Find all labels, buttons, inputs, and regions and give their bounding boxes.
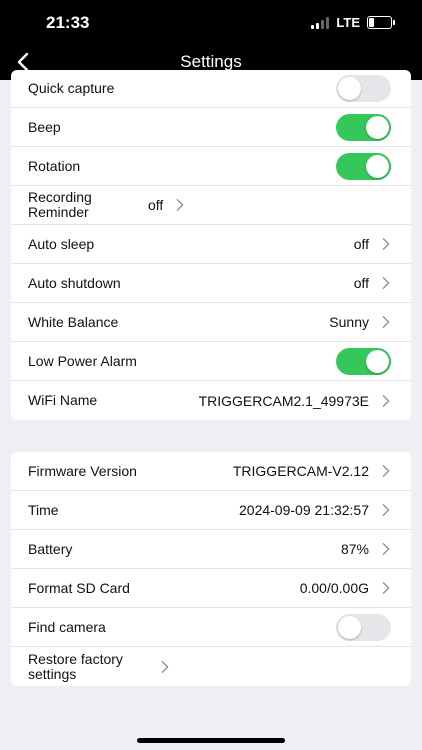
settings-row-label: Battery [28, 540, 73, 557]
settings-row-wifi-name[interactable]: WiFi Name TRIGGERCAM2.1_49973E [11, 381, 411, 420]
settings-row-format-sd-card[interactable]: Format SD Card 0.00/0.00G [11, 569, 411, 608]
settings-row-label: Rotation [28, 157, 81, 174]
settings-row-value: 2024-09-09 21:32:57 [239, 502, 369, 518]
chevron-right-icon [382, 316, 390, 328]
low-power-alarm-toggle[interactable] [336, 347, 391, 375]
settings-row-label: Time [28, 501, 59, 518]
settings-group-info: Firmware Version TRIGGERCAM-V2.12 Time 2024… [11, 452, 411, 686]
chevron-right-icon [161, 660, 169, 673]
settings-row-label: Format SD Card [28, 579, 130, 596]
toggle-knob [366, 349, 389, 373]
settings-group-device: Quick capture Beep Rotation Recording Remin… [11, 70, 411, 420]
settings-row-time[interactable]: Time 2024-09-09 21:32:57 [11, 491, 411, 530]
chevron-right-icon [382, 394, 390, 407]
status-time: 21:33 [46, 13, 90, 32]
settings-row-label: WiFi Name [28, 392, 98, 408]
network-type: LTE [336, 15, 360, 30]
chevron-right-icon [382, 543, 390, 555]
settings-row-label: Recording Reminder [28, 189, 92, 220]
settings-row-label: Restore factory settings [28, 650, 123, 682]
signal-icon [311, 16, 330, 29]
toggle-knob [366, 154, 389, 178]
settings-row-value: TRIGGERCAM2.1_49973E [198, 392, 369, 409]
settings-row-firmware-version[interactable]: Firmware Version TRIGGERCAM-V2.12 [11, 452, 411, 491]
chevron-right-icon [382, 277, 390, 289]
settings-row-white-balance[interactable]: White Balance Sunny [11, 303, 411, 342]
status-indicators: LTE [311, 15, 395, 30]
settings-row-value: TRIGGERCAM-V2.12 [232, 463, 369, 479]
page-title: Settings [180, 52, 242, 71]
settings-row-restore-factory-settings[interactable]: Restore factory settings [11, 647, 411, 686]
settings-row-find-camera[interactable]: Find camera [11, 608, 411, 647]
settings-row-label: Auto sleep [28, 235, 95, 252]
settings-row-low-power-alarm[interactable]: Low Power Alarm [11, 342, 411, 381]
settings-row-label: Quick capture [28, 80, 115, 96]
settings-row-label: Find camera [28, 618, 106, 635]
settings-row-recording-reminder[interactable]: Recording Reminder off [11, 186, 411, 225]
settings-row-value: 87% [340, 541, 369, 557]
settings-row-quick-capture[interactable]: Quick capture [11, 70, 411, 108]
chevron-right-icon [382, 465, 390, 477]
settings-row-value: off [353, 236, 369, 252]
settings-row-auto-sleep[interactable]: Auto sleep off [11, 225, 411, 264]
top-bar: 21:33 LTE Settings [0, 0, 422, 80]
settings-row-value: off [148, 197, 164, 213]
chevron-right-icon [382, 582, 390, 594]
settings-row-label: Low Power Alarm [28, 352, 137, 369]
settings-row-value: Sunny [329, 314, 369, 330]
settings-row-auto-shutdown[interactable]: Auto shutdown off [11, 264, 411, 303]
settings-row-value: off [353, 275, 369, 291]
quick-capture-toggle[interactable] [336, 75, 391, 102]
settings-row-label: White Balance [28, 313, 119, 330]
chevron-right-icon [382, 504, 390, 516]
chevron-right-icon [177, 199, 184, 211]
settings-row-beep[interactable]: Beep [11, 108, 411, 147]
home-indicator[interactable] [137, 738, 285, 743]
settings-row-label: Auto shutdown [28, 274, 121, 291]
settings-row-battery[interactable]: Battery 87% [11, 530, 411, 569]
settings-row-value: 0.00/0.00G [299, 580, 369, 596]
settings-row-label: Beep [28, 118, 61, 135]
toggle-knob [338, 615, 361, 639]
settings-row-rotation[interactable]: Rotation [11, 147, 411, 186]
find-camera-toggle[interactable] [336, 613, 391, 641]
toggle-knob [338, 77, 361, 100]
beep-toggle[interactable] [336, 113, 391, 141]
rotation-toggle[interactable] [336, 152, 391, 180]
chevron-right-icon [382, 238, 390, 250]
toggle-knob [366, 115, 389, 139]
settings-row-label: Firmware Version [28, 462, 137, 479]
battery-icon [367, 16, 395, 29]
